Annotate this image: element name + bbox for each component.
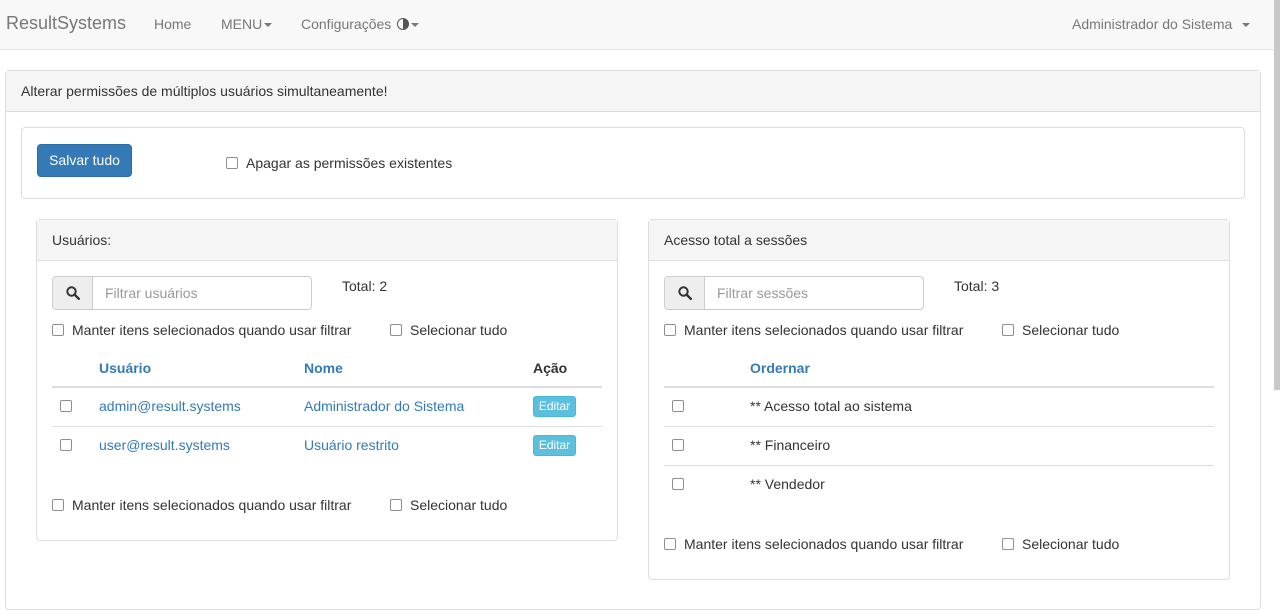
users-select-all-checkbox[interactable] xyxy=(390,324,402,336)
users-keep-selected-label: Manter itens selecionados quando usar fi… xyxy=(72,322,352,338)
sessions-select-all-checkbox[interactable] xyxy=(1002,324,1014,336)
sessions-row-label: ** Acesso total ao sistema xyxy=(750,398,912,414)
toolbar-box xyxy=(21,127,1245,199)
erase-existing-label: Apagar as permissões existentes xyxy=(246,155,453,171)
sessions-search-group xyxy=(664,276,924,310)
edit-button[interactable]: Editar xyxy=(533,435,576,456)
sessions-table-header-divider xyxy=(664,386,1214,388)
nav-user-dropdown[interactable]: Administrador do Sistema xyxy=(1072,16,1251,32)
users-select-all-label: Selecionar tudo xyxy=(410,322,508,338)
users-search-input[interactable] xyxy=(93,277,311,309)
users-keep-selected-checkbox-bottom[interactable] xyxy=(52,499,64,511)
nav-config-dropdown[interactable]: Configurações xyxy=(301,16,420,32)
nav-config-label: Configurações xyxy=(301,16,392,32)
users-column-name[interactable]: Nome xyxy=(304,360,343,376)
edit-button[interactable]: Editar xyxy=(533,396,576,417)
sessions-select-all-label: Selecionar tudo xyxy=(1022,322,1120,338)
save-all-button[interactable]: Salvar tudo xyxy=(37,144,132,177)
users-column-action: Ação xyxy=(533,360,568,376)
panel-title: Alterar permissões de múltiplos usuários… xyxy=(6,71,1260,112)
nav-home-link[interactable]: Home xyxy=(154,16,191,32)
sessions-row-label: ** Financeiro xyxy=(750,437,831,453)
caret-down-icon xyxy=(264,23,273,28)
nav-menu-label: MENU xyxy=(221,16,263,32)
page-scrollbar[interactable] xyxy=(1274,0,1280,390)
contrast-icon xyxy=(397,18,410,30)
sessions-search-button[interactable] xyxy=(665,277,705,309)
table-row-divider xyxy=(52,426,602,427)
navbar-brand[interactable]: ResultSystems xyxy=(6,13,126,34)
caret-down-icon xyxy=(1242,23,1251,28)
navbar: ResultSystems Home MENU Configurações Ad… xyxy=(0,0,1280,50)
users-column-user[interactable]: Usuário xyxy=(99,360,151,376)
sessions-keep-selected-checkbox[interactable] xyxy=(664,324,676,336)
nav-user-label: Administrador do Sistema xyxy=(1072,16,1233,32)
table-row-divider xyxy=(664,465,1214,466)
users-row-user-link[interactable]: user@result.systems xyxy=(99,437,230,453)
users-row-name-link[interactable]: Usuário restrito xyxy=(304,437,399,453)
users-row-checkbox[interactable] xyxy=(60,400,72,412)
users-panel-title: Usuários: xyxy=(37,220,617,261)
users-panel: Usuários: xyxy=(36,219,618,541)
sessions-row-checkbox[interactable] xyxy=(672,439,684,451)
sessions-row-checkbox[interactable] xyxy=(672,478,684,490)
erase-existing-checkbox[interactable] xyxy=(226,157,238,169)
users-row-name-link[interactable]: Administrador do Sistema xyxy=(304,398,464,414)
users-keep-selected-label-bottom: Manter itens selecionados quando usar fi… xyxy=(72,497,352,513)
sessions-panel: Acesso total a sessões xyxy=(648,219,1230,580)
users-row-user-link[interactable]: admin@result.systems xyxy=(99,398,241,414)
users-select-all-label-bottom: Selecionar tudo xyxy=(410,497,508,513)
nav-menu-dropdown[interactable]: MENU xyxy=(221,16,273,32)
search-icon xyxy=(66,286,80,300)
users-table-header-divider xyxy=(52,386,602,388)
sessions-total: Total: 3 xyxy=(954,278,1000,294)
users-row-checkbox[interactable] xyxy=(60,439,72,451)
users-search-button[interactable] xyxy=(53,277,93,309)
sessions-keep-selected-label-bottom: Manter itens selecionados quando usar fi… xyxy=(684,536,964,552)
sessions-row-label: ** Vendedor xyxy=(750,476,825,492)
caret-down-icon xyxy=(411,23,420,28)
sessions-keep-selected-label: Manter itens selecionados quando usar fi… xyxy=(684,322,964,338)
sessions-select-all-label-bottom: Selecionar tudo xyxy=(1022,536,1120,552)
sessions-row-checkbox[interactable] xyxy=(672,400,684,412)
users-select-all-checkbox-bottom[interactable] xyxy=(390,499,402,511)
sessions-search-input[interactable] xyxy=(705,277,923,309)
users-search-group xyxy=(52,276,312,310)
sessions-keep-selected-checkbox-bottom[interactable] xyxy=(664,538,676,550)
sessions-column-order[interactable]: Ordernar xyxy=(750,360,810,376)
search-icon xyxy=(678,286,692,300)
table-row-divider xyxy=(664,426,1214,427)
sessions-select-all-checkbox-bottom[interactable] xyxy=(1002,538,1014,550)
users-total: Total: 2 xyxy=(342,278,388,294)
sessions-panel-title: Acesso total a sessões xyxy=(649,220,1229,261)
users-keep-selected-checkbox[interactable] xyxy=(52,324,64,336)
